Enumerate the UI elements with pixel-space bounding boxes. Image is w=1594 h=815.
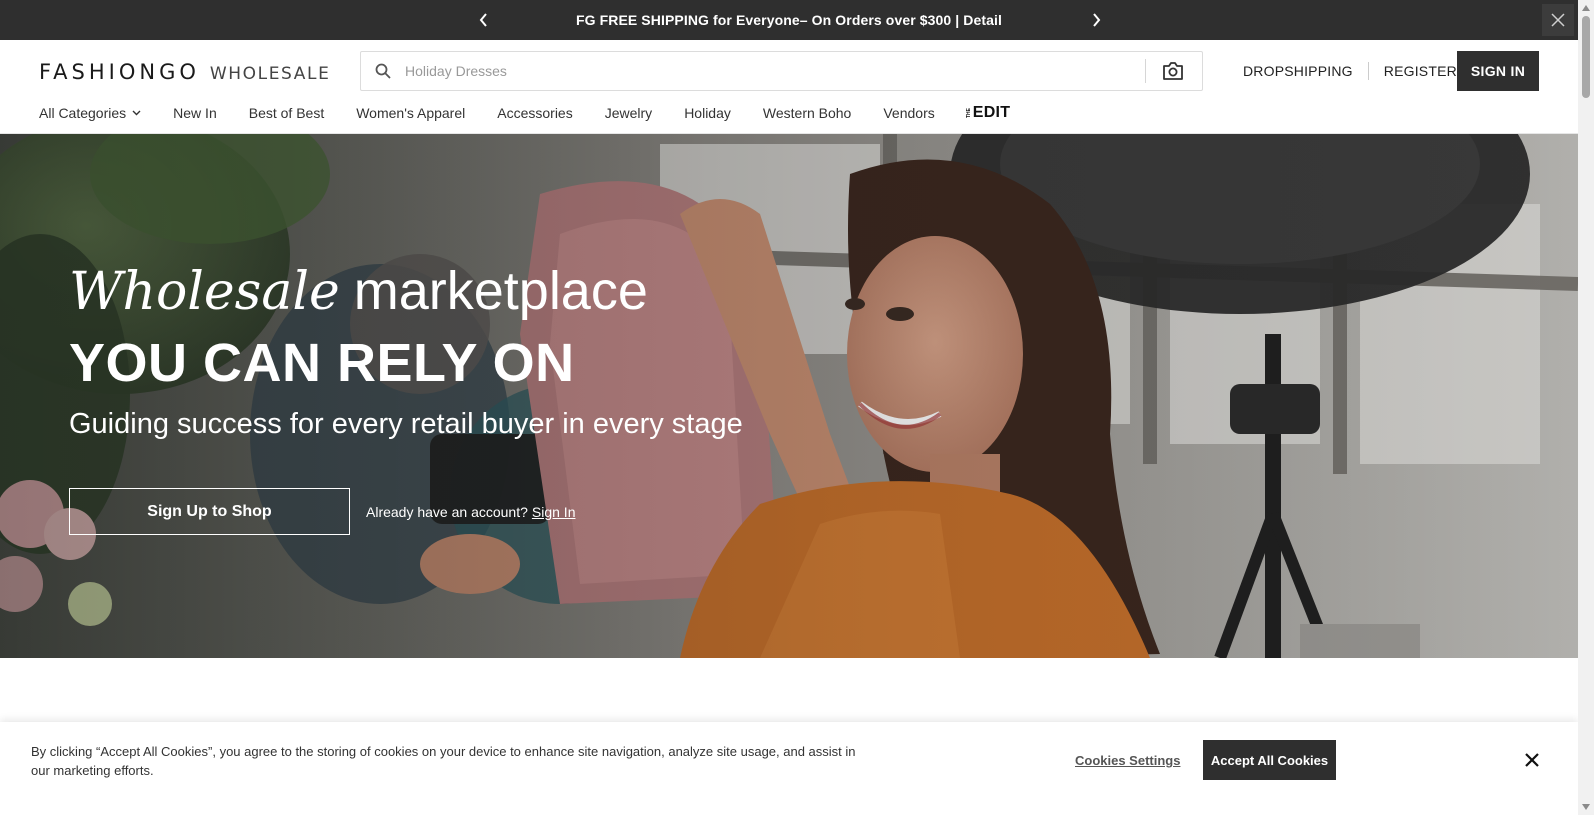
hero-italic-word: Wholesale: [69, 262, 340, 322]
search-divider: [1145, 59, 1146, 83]
register-link[interactable]: REGISTER: [1384, 63, 1457, 79]
camera-icon[interactable]: [1160, 58, 1186, 84]
cookies-settings-button[interactable]: Cookies Settings: [1075, 753, 1180, 768]
nav-jewelry[interactable]: Jewelry: [605, 105, 652, 121]
nav-holiday[interactable]: Holiday: [684, 105, 731, 121]
hero-headline-line1: Wholesale marketplace: [69, 260, 743, 322]
nav-all-categories-label: All Categories: [39, 105, 127, 121]
site-logo[interactable]: FASHIONGO WHOLESALE: [39, 60, 330, 84]
close-icon: [1551, 13, 1565, 27]
search-bar: [360, 51, 1203, 91]
scrollbar-thumb[interactable]: [1582, 16, 1590, 98]
page: FG FREE SHIPPING for Everyone– On Orders…: [0, 0, 1594, 815]
triangle-up-icon: [1582, 5, 1590, 11]
nav-best-of-best[interactable]: Best of Best: [249, 105, 324, 121]
already-have-account-text: Already have an account?: [366, 503, 528, 520]
logo-main-text: FASHIONGO: [39, 60, 200, 84]
announcement-text[interactable]: FG FREE SHIPPING for Everyone– On Orders…: [576, 12, 1002, 28]
accept-all-cookies-button[interactable]: Accept All Cookies: [1203, 740, 1336, 780]
nav-the-edit-big: EDIT: [972, 104, 1011, 121]
nav-all-categories[interactable]: All Categories: [39, 105, 141, 121]
nav-womens-apparel[interactable]: Women's Apparel: [356, 105, 465, 121]
nav-accessories[interactable]: Accessories: [497, 105, 572, 121]
nav-the-edit[interactable]: THE EDIT: [965, 104, 1011, 122]
hero-banner: Wholesale marketplace YOU CAN RELY ON Gu…: [0, 134, 1578, 658]
hero-title: YOU CAN RELY ON: [69, 333, 575, 393]
hero-light-word: marketplace: [353, 261, 648, 321]
header-links: DROPSHIPPING REGISTER: [1243, 51, 1457, 91]
announcement-bar: FG FREE SHIPPING for Everyone– On Orders…: [0, 0, 1578, 40]
announcement-close-button[interactable]: [1542, 4, 1574, 36]
hero-sign-in-link[interactable]: Sign In: [532, 504, 576, 520]
cookie-banner: By clicking “Accept All Cookies”, you ag…: [0, 722, 1578, 815]
search-input[interactable]: [405, 53, 1145, 89]
scroll-down-button[interactable]: [1578, 799, 1594, 815]
triangle-down-icon: [1582, 804, 1590, 810]
nav-vendors[interactable]: Vendors: [883, 105, 934, 121]
main-nav: All Categories New In Best of Best Women…: [39, 102, 1010, 124]
scroll-up-button[interactable]: [1578, 0, 1594, 16]
nav-new-in[interactable]: New In: [173, 105, 217, 121]
announcement-prev-button[interactable]: [472, 8, 496, 32]
sign-up-to-shop-button[interactable]: Sign Up to Shop: [69, 488, 350, 535]
search-icon[interactable]: [361, 52, 405, 90]
hero-subtitle: Guiding success for every retail buyer i…: [69, 408, 743, 440]
nav-western-boho[interactable]: Western Boho: [763, 105, 851, 121]
hero-content: Wholesale marketplace YOU CAN RELY ON Gu…: [69, 260, 743, 441]
chevron-down-icon: [132, 110, 141, 116]
nav-the-edit-small: THE: [965, 108, 972, 118]
cookie-close-button[interactable]: [1522, 750, 1542, 770]
logo-sub-text: WHOLESALE: [209, 64, 331, 84]
cookie-text: By clicking “Accept All Cookies”, you ag…: [31, 744, 856, 778]
close-icon: [1525, 753, 1539, 767]
chevron-left-icon: [479, 13, 487, 27]
hero-cta: Sign Up to Shop Already have an account?…: [69, 488, 575, 535]
sign-in-button[interactable]: SIGN IN: [1457, 51, 1539, 91]
dropshipping-link[interactable]: DROPSHIPPING: [1243, 63, 1353, 79]
chevron-right-icon: [1093, 13, 1101, 27]
page-scrollbar[interactable]: [1578, 0, 1594, 815]
header-link-separator: [1367, 62, 1369, 80]
announcement-next-button[interactable]: [1084, 8, 1108, 32]
site-header: FASHIONGO WHOLESALE DROPSHIPPING REGISTE…: [0, 40, 1578, 134]
